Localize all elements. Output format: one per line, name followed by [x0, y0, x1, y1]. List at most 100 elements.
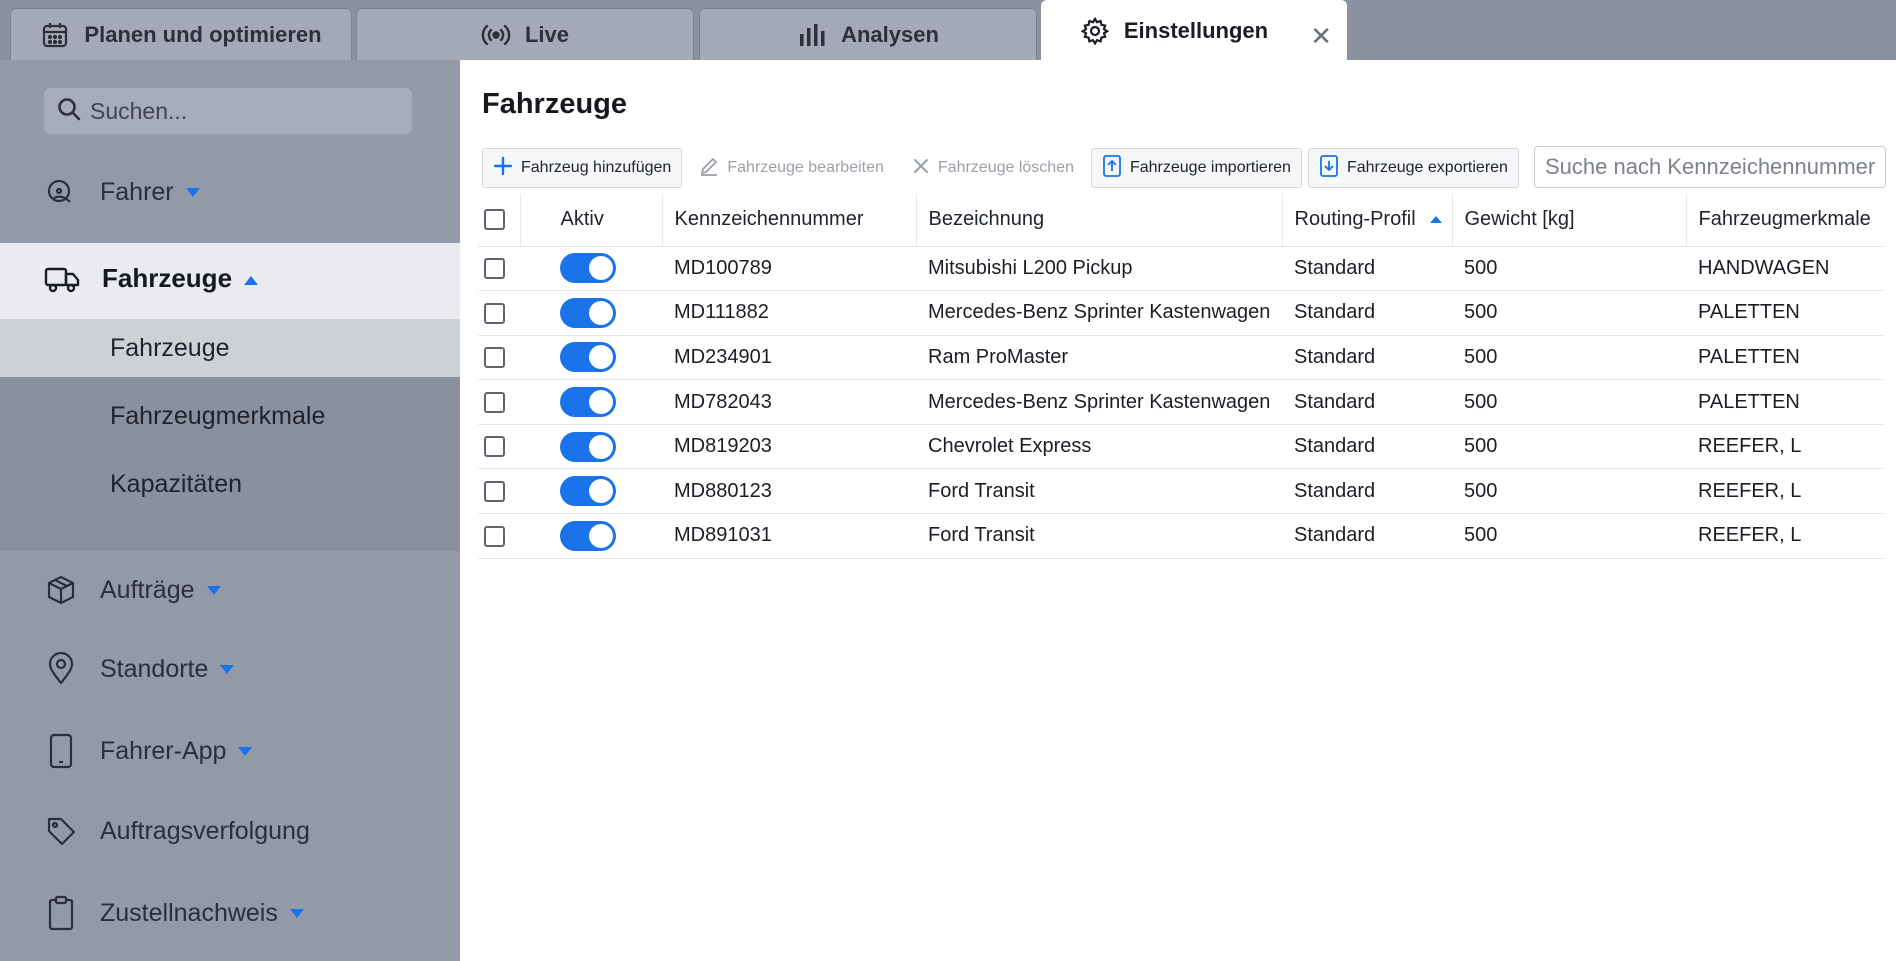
row-checkbox[interactable] [484, 436, 505, 458]
active-toggle[interactable] [560, 253, 616, 284]
active-toggle-cell[interactable] [520, 335, 662, 381]
button-label: Fahrzeuge importieren [1129, 159, 1291, 176]
table-row[interactable]: MD891031 Ford Transit Standard 500 REEFER, L [478, 513, 1884, 559]
sidebar-item-label: Fahrer [100, 177, 174, 206]
active-toggle-cell[interactable] [520, 379, 662, 425]
column-header-aktiv[interactable]: Aktiv [520, 194, 663, 247]
truck-icon [44, 263, 80, 300]
table-row[interactable]: MD819203 Chevrolet Express Standard 500 REEF… [478, 424, 1884, 470]
table-row[interactable]: MD234901 Ram ProMaster Standard 500 PALETTEN [478, 335, 1884, 381]
tab-analysen[interactable]: Analysen [699, 8, 1037, 60]
row-checkbox[interactable] [484, 347, 505, 369]
active-toggle-cell[interactable] [520, 246, 662, 292]
row-checkbox[interactable] [484, 525, 505, 547]
row-checkbox-cell[interactable] [478, 246, 520, 292]
features-cell: REEFER, L [1686, 468, 1884, 515]
plus-icon [493, 156, 513, 181]
sidebar-subitem-fahrzeuge[interactable]: Fahrzeuge [0, 319, 460, 377]
features-cell: PALETTEN [1686, 335, 1884, 381]
delete-vehicles-button[interactable]: Fahrzeuge löschen [901, 148, 1085, 188]
sidebar-item-zustellnachweis[interactable]: Zustellnachweis [0, 883, 460, 943]
row-checkbox[interactable] [484, 258, 505, 280]
toggle-knob [589, 345, 613, 370]
table-row[interactable]: MD782043 Mercedes-Benz Sprinter Kastenwag… [478, 379, 1884, 425]
active-toggle[interactable] [560, 297, 616, 328]
row-checkbox-cell[interactable] [478, 424, 520, 470]
weight-cell: 500 [1452, 290, 1686, 336]
table-row[interactable]: MD111882 Mercedes-Benz Sprinter Kastenwag… [478, 290, 1884, 336]
sidebar-item-auftragsverfolgung[interactable]: Auftragsverfolgung [0, 801, 460, 861]
sidebar-item-label: Fahrer-App [100, 736, 227, 765]
calendar-icon [40, 20, 70, 50]
plate-cell: MD111882 [662, 290, 916, 336]
plate-search-input[interactable]: Suche nach Kennzeichennummer [1534, 146, 1886, 188]
chevron-down-icon [185, 188, 200, 198]
edit-vehicles-button[interactable]: Fahrzeuge bearbeiten [688, 148, 895, 188]
row-checkbox[interactable] [484, 302, 505, 324]
active-toggle[interactable] [560, 431, 616, 462]
row-checkbox-cell[interactable] [478, 290, 520, 336]
driver-icon [44, 175, 78, 209]
table-row[interactable]: MD880123 Ford Transit Standard 500 REEFER, L [478, 468, 1884, 515]
plate-cell: MD782043 [662, 379, 916, 425]
active-toggle-cell[interactable] [520, 290, 662, 336]
toggle-knob [589, 256, 613, 281]
sidebar-subitem-fahrzeugmerkmale[interactable]: Fahrzeugmerkmale [0, 387, 460, 445]
sidebar-item-label: Aufträge [100, 575, 195, 604]
column-header-gewicht[interactable]: Gewicht [kg] [1452, 194, 1687, 247]
export-vehicles-button[interactable]: Fahrzeuge exportieren [1307, 148, 1519, 188]
active-toggle-cell[interactable] [520, 424, 662, 470]
main-panel: Fahrzeuge Fahrzeug hinzufügen Fahrzeuge … [460, 60, 1896, 961]
sidebar-item-fahrer[interactable]: Fahrer [0, 162, 460, 222]
close-icon[interactable]: ✕ [1310, 23, 1332, 49]
sidebar-search-input[interactable]: Suchen... [44, 88, 412, 134]
add-vehicle-button[interactable]: Fahrzeug hinzufügen [482, 148, 683, 188]
download-file-icon [1319, 154, 1339, 183]
sidebar-subitem-kapazitaeten[interactable]: Kapazitäten [0, 455, 460, 513]
row-checkbox[interactable] [484, 391, 505, 413]
select-all-checkbox-cell[interactable] [478, 194, 521, 247]
tab-label: Live [524, 21, 570, 47]
sidebar-item-label: Fahrzeuge [102, 263, 233, 293]
plate-cell: MD819203 [662, 424, 916, 470]
sidebar-item-label: Auftragsverfolgung [100, 816, 310, 845]
table-header-row: Aktiv Kennzeichennummer Bezeichnung Rout… [478, 194, 1884, 247]
select-all-checkbox[interactable] [484, 209, 505, 231]
column-header-kennzeichennummer[interactable]: Kennzeichennummer [662, 194, 917, 247]
active-toggle[interactable] [560, 387, 616, 418]
row-checkbox[interactable] [484, 480, 505, 502]
name-cell: Mitsubishi L200 Pickup [916, 246, 1282, 292]
search-placeholder: Suchen... [90, 97, 188, 124]
chevron-down-icon [289, 909, 304, 919]
gear-icon [1080, 16, 1110, 46]
active-toggle[interactable] [560, 520, 616, 551]
plate-cell: MD100789 [662, 246, 916, 292]
sidebar-item-auftraege[interactable]: Aufträge [0, 560, 460, 620]
sidebar-item-standorte[interactable]: Standorte [0, 639, 460, 699]
active-toggle[interactable] [560, 476, 616, 507]
name-cell: Ford Transit [916, 468, 1282, 515]
row-checkbox-cell[interactable] [478, 379, 520, 425]
page-title: Fahrzeuge [482, 88, 628, 120]
active-toggle[interactable] [560, 342, 616, 373]
toggle-knob [589, 300, 613, 325]
column-header-bezeichnung[interactable]: Bezeichnung [916, 194, 1283, 247]
column-header-fahrzeugmerkmale[interactable]: Fahrzeugmerkmale [1686, 194, 1884, 247]
import-vehicles-button[interactable]: Fahrzeuge importieren [1090, 148, 1302, 188]
name-cell: Mercedes-Benz Sprinter Kastenwagen [916, 379, 1282, 425]
sidebar-item-fahrer-app[interactable]: Fahrer-App [0, 721, 460, 781]
name-cell: Chevrolet Express [916, 424, 1282, 470]
tab-einstellungen[interactable]: Einstellungen ✕ [1041, 0, 1347, 60]
weight-cell: 500 [1452, 468, 1686, 515]
row-checkbox-cell[interactable] [478, 335, 520, 381]
active-toggle-cell[interactable] [520, 513, 662, 559]
row-checkbox-cell[interactable] [478, 468, 520, 515]
tab-planen[interactable]: Planen und optimieren [10, 8, 352, 60]
table-row[interactable]: MD100789 Mitsubishi L200 Pickup Standard 50… [478, 246, 1884, 292]
row-checkbox-cell[interactable] [478, 513, 520, 559]
column-header-routing-profil[interactable]: Routing-Profil [1282, 194, 1453, 247]
active-toggle-cell[interactable] [520, 468, 662, 515]
sidebar-item-fahrzeuge[interactable]: Fahrzeuge [0, 243, 460, 319]
tab-live[interactable]: Live [356, 8, 694, 60]
routing-profile-cell: Standard [1282, 290, 1452, 336]
